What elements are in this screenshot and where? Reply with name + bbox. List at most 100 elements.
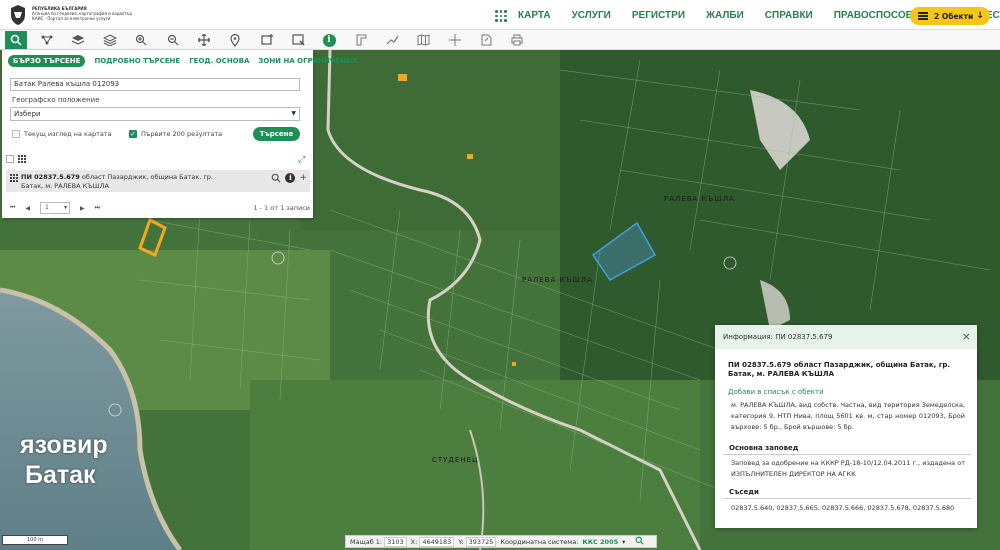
- map-toolbar: i: [0, 30, 1000, 50]
- nav-registers[interactable]: РЕГИСТРИ: [632, 10, 685, 21]
- order-text: Заповед за одобрение на КККР РД-18-10/12…: [731, 459, 965, 478]
- y-label: Y:: [458, 537, 464, 546]
- map-place-label: РАЛЕВА КЪШЛА: [522, 276, 593, 284]
- checkbox-label: Текущ изглед на картата: [24, 130, 112, 138]
- pan-icon[interactable]: [193, 31, 215, 49]
- map-place-label: РАЛЕВА КЪШЛА: [664, 195, 735, 203]
- arrow-down-icon: ↓: [974, 10, 986, 22]
- expand-icon[interactable]: ⤢: [298, 155, 305, 165]
- page-select[interactable]: 1 ▾: [40, 202, 71, 214]
- chevron-down-icon[interactable]: ▾: [622, 538, 625, 546]
- pager: ⏮ ◀ 1 ▾ ▶ ⏭ 1 - 1 от 1 записи: [10, 202, 310, 214]
- prev-page-icon[interactable]: ◀: [25, 205, 30, 212]
- layers-tree-icon[interactable]: [36, 31, 58, 49]
- add-icon[interactable]: +: [299, 173, 307, 186]
- coat-of-arms-logo[interactable]: [7, 4, 29, 26]
- x-value: 4649183: [419, 536, 455, 547]
- stack-icon[interactable]: [99, 31, 121, 49]
- zoom-in-icon[interactable]: [130, 31, 152, 49]
- scale-bar: 100 m: [2, 535, 68, 545]
- zoom-to-icon[interactable]: [271, 173, 282, 186]
- next-page-icon[interactable]: ▶: [80, 205, 85, 212]
- marker-icon[interactable]: [224, 31, 246, 49]
- results-count: 1 - 1 от 1 записи: [253, 204, 310, 212]
- tab-detailed-search[interactable]: ПОДРОБНО ТЪРСЕНЕ: [94, 57, 180, 65]
- crs-select[interactable]: ККС 2005: [582, 538, 618, 546]
- nav-complaints[interactable]: ЖАЛБИ: [706, 10, 744, 21]
- nav-references[interactable]: СПРАВКИ: [765, 10, 813, 21]
- nav-map[interactable]: КАРТА: [518, 10, 551, 21]
- hamburger-icon: [918, 12, 928, 20]
- page-select-value: 1: [45, 204, 49, 211]
- last-page-icon[interactable]: ⏭: [95, 204, 100, 212]
- info-icon[interactable]: i: [318, 31, 340, 49]
- route-icon[interactable]: [381, 31, 403, 49]
- lake-label-line: Батак: [25, 461, 96, 489]
- search-tabs: БЪРЗО ТЪРСЕНЕ ПОДРОБНО ТЪРСЕНЕ ГЕОД. ОСН…: [8, 55, 366, 67]
- info-description: м. РАЛЕВА КЪШЛА, вид собств. Частна, вид…: [731, 401, 965, 431]
- search-icon[interactable]: [5, 31, 27, 49]
- map-icon[interactable]: [412, 31, 434, 49]
- map-place-label: СТУДЕНЕЦ: [432, 456, 479, 464]
- lake-label: язовир Батак: [20, 430, 108, 490]
- results-panel: ⤢ ПИ 02837.5.679 област Пазарджик, общин…: [2, 152, 313, 218]
- zoom-out-icon[interactable]: [162, 31, 184, 49]
- apps-grid-icon[interactable]: [495, 10, 507, 22]
- grid-icon: [18, 155, 26, 163]
- result-text: ПИ 02837.5.679 област Пазарджик, община …: [21, 173, 231, 191]
- y-value: 393725: [465, 536, 497, 547]
- tab-geodetic-base[interactable]: ГЕОД. ОСНОВА: [189, 57, 249, 65]
- grid-icon: [10, 174, 18, 182]
- crosshair-icon[interactable]: [444, 31, 466, 49]
- chevron-down-icon: ▼: [291, 110, 296, 117]
- logo-line: КАИС - Портал за електронни услуги: [32, 16, 111, 21]
- print-icon[interactable]: [506, 31, 528, 49]
- info-icon[interactable]: i: [285, 173, 296, 183]
- geo-position-label: Географско положение: [12, 96, 100, 104]
- draw-rect-icon[interactable]: [256, 31, 278, 49]
- top-header: РЕПУБЛИКА БЪЛГАРИЯ Агенция по геодезия, …: [0, 0, 1000, 30]
- result-actions: i +: [271, 173, 307, 186]
- result-row[interactable]: ПИ 02837.5.679 област Пазарджик, община …: [6, 170, 310, 192]
- search-input[interactable]: Батак Ралева къшла 012093: [10, 78, 300, 91]
- measure-icon[interactable]: [350, 31, 372, 49]
- checkbox-icon: [12, 130, 20, 138]
- lake-label-line: язовир: [20, 431, 108, 459]
- layers-icon[interactable]: [67, 31, 89, 49]
- result-id: ПИ 02837.5.679: [21, 173, 80, 181]
- x-label: X:: [410, 537, 418, 546]
- status-bar: Мащаб 1: 3103 X: 4649183 Y: 393725 Коорд…: [345, 535, 657, 548]
- agency-name: РЕПУБЛИКА БЪЛГАРИЯ Агенция по геодезия, …: [32, 6, 132, 21]
- checkbox-checked-icon: ✓: [129, 130, 137, 138]
- close-icon[interactable]: ×: [962, 325, 971, 349]
- scale-input[interactable]: 3103: [384, 536, 407, 547]
- add-to-objects-link[interactable]: Добави в списък с обекти: [728, 388, 824, 396]
- nav-services[interactable]: УСЛУГИ: [572, 10, 611, 21]
- chevron-down-icon: ▾: [64, 204, 68, 211]
- select-rect-icon[interactable]: [287, 31, 309, 49]
- geo-select-value: Избери: [14, 110, 41, 118]
- neighbors-list: 02837.5.640, 02837.5.665, 02837.5.666, 0…: [731, 504, 955, 512]
- objects-button[interactable]: 2 Обекти ↓: [910, 7, 990, 25]
- tab-restriction-zones[interactable]: ЗОНИ НА ОГРАНИЧЕНИЯ: [258, 57, 357, 65]
- checkbox-label: Първите 200 резултата: [141, 130, 223, 138]
- order-heading: Основна заповед: [723, 442, 971, 455]
- info-header: Информация: ПИ 02837.5.679 ×: [715, 325, 977, 349]
- current-view-checkbox[interactable]: Текущ изглед на картата: [12, 130, 112, 138]
- geo-position-select[interactable]: Избери ▼: [10, 107, 300, 121]
- select-all-checkbox[interactable]: [6, 155, 14, 163]
- info-title: ПИ 02837.5.679 област Пазарджик, община …: [728, 361, 951, 378]
- search-button[interactable]: Търсене: [253, 127, 300, 141]
- search-icon[interactable]: [635, 536, 645, 547]
- scale-label: Мащаб 1:: [350, 537, 383, 546]
- crs-label: Координатна система:: [500, 537, 579, 546]
- info-header-title: Информация: ПИ 02837.5.679: [723, 333, 833, 341]
- results-header: [6, 155, 26, 163]
- neighbors-heading: Съседи: [723, 486, 971, 499]
- info-popup: Информация: ПИ 02837.5.679 × ПИ 02837.5.…: [715, 325, 977, 528]
- first-page-icon[interactable]: ⏮: [10, 204, 15, 212]
- tab-quick-search[interactable]: БЪРЗО ТЪРСЕНЕ: [8, 55, 86, 67]
- objects-label: 2 Обекти: [934, 11, 974, 21]
- first-200-checkbox[interactable]: ✓ Първите 200 резултата: [129, 130, 222, 138]
- export-icon[interactable]: [475, 31, 497, 49]
